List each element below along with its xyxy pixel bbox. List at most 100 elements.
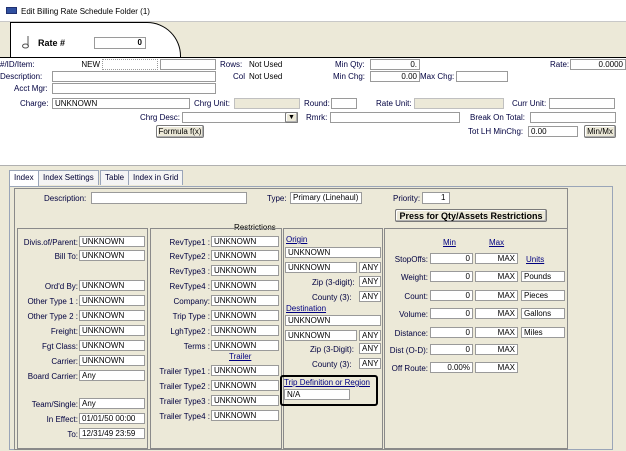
destination-field-2[interactable]: UNKNOWN: [285, 330, 357, 341]
trailer-type3-field[interactable]: UNKNOWN: [211, 395, 279, 406]
divis-of-parent-field[interactable]: UNKNOWN: [79, 236, 145, 247]
origin-county-label: County (3):: [312, 293, 352, 302]
origin-zip-field[interactable]: ANY: [359, 276, 381, 287]
fgt-class-field[interactable]: UNKNOWN: [79, 340, 145, 351]
rows-label: Rows:: [220, 60, 243, 69]
id-item-field-2[interactable]: [160, 59, 216, 70]
volume-unit-field[interactable]: Gallons: [521, 308, 565, 319]
break-on-total-field[interactable]: [530, 112, 616, 123]
board-carrier-field[interactable]: Any: [79, 370, 145, 381]
id-item-label: #/ID/Item:: [0, 60, 35, 69]
weight-unit-field[interactable]: Pounds: [521, 271, 565, 282]
formula-button[interactable]: Formula f(x): [156, 125, 204, 138]
chrg-unit-label: Chrg Unit:: [194, 99, 231, 108]
distance-min-field[interactable]: 0: [430, 327, 473, 338]
rate-field[interactable]: 0.0000: [570, 59, 626, 70]
ord-d-by-field[interactable]: UNKNOWN: [79, 280, 145, 291]
count-unit-field[interactable]: Pieces: [521, 290, 565, 301]
tab-index-in-grid[interactable]: Index in Grid: [128, 170, 184, 185]
trailer-type4-field[interactable]: UNKNOWN: [211, 410, 279, 421]
tab-index[interactable]: Index: [9, 170, 39, 186]
round-label: Round:: [304, 99, 330, 108]
col-field[interactable]: Not Used: [246, 71, 312, 82]
id-item-field[interactable]: [102, 59, 158, 70]
distance-max-field[interactable]: MAX: [475, 327, 518, 338]
terms-field[interactable]: UNKNOWN: [211, 340, 279, 351]
trailer-type1-field[interactable]: UNKNOWN: [211, 365, 279, 376]
origin-county-field[interactable]: ANY: [359, 291, 381, 302]
bill-to-label: Bill To:: [54, 252, 78, 261]
tot-lh-minchg-field[interactable]: 0.00: [528, 126, 578, 137]
count-max-field[interactable]: MAX: [475, 290, 518, 301]
stopoffs-min-field[interactable]: 0: [430, 253, 473, 264]
revtype3-field[interactable]: UNKNOWN: [211, 265, 279, 276]
carrier-field[interactable]: UNKNOWN: [79, 355, 145, 366]
bill-to-field[interactable]: UNKNOWN: [79, 250, 145, 261]
trip-type-field[interactable]: UNKNOWN: [211, 310, 279, 321]
round-field[interactable]: [331, 98, 357, 109]
description-field[interactable]: [52, 71, 216, 82]
other-type-1-field[interactable]: UNKNOWN: [79, 295, 145, 306]
dist-o-d-max-field[interactable]: MAX: [475, 344, 518, 355]
other-type-2-label: Other Type 2 :: [27, 312, 78, 321]
min-mx-button[interactable]: Min/Mx: [584, 125, 616, 138]
revtype2-field[interactable]: UNKNOWN: [211, 250, 279, 261]
min-qty-field[interactable]: 0.: [370, 59, 420, 70]
chevron-down-icon[interactable]: ▼: [285, 112, 298, 123]
rate-unit-label: Rate Unit:: [376, 99, 412, 108]
revtype4-field[interactable]: UNKNOWN: [211, 280, 279, 291]
stopoffs-max-field[interactable]: MAX: [475, 253, 518, 264]
off-route-max-field[interactable]: MAX: [475, 362, 518, 373]
volume-max-field[interactable]: MAX: [475, 308, 518, 319]
other-type-2-field[interactable]: UNKNOWN: [79, 310, 145, 321]
to-field[interactable]: 12/31/49 23:59: [79, 428, 145, 439]
freight-field[interactable]: UNKNOWN: [79, 325, 145, 336]
weight-label: Weight:: [401, 273, 428, 282]
qty-assets-restrictions-button[interactable]: Press for Qty/Assets Restrictions: [395, 209, 547, 222]
trailer-type2-field[interactable]: UNKNOWN: [211, 380, 279, 391]
rmrk-field[interactable]: [330, 112, 460, 123]
count-min-field[interactable]: 0: [430, 290, 473, 301]
chrg-desc-select[interactable]: [182, 112, 298, 123]
terms-label: Terms :: [183, 342, 210, 351]
index-description-field[interactable]: [91, 192, 247, 204]
max-chg-field[interactable]: [456, 71, 508, 82]
min-chg-field[interactable]: 0.00: [370, 71, 420, 82]
curr-unit-field[interactable]: [549, 98, 615, 109]
acct-mgr-field[interactable]: [52, 83, 216, 94]
carrier-label: Carrier:: [51, 357, 78, 366]
weight-min-field[interactable]: 0: [430, 271, 473, 282]
weight-max-field[interactable]: MAX: [475, 271, 518, 282]
rows-field[interactable]: Not Used: [246, 59, 312, 70]
trip-definition-field[interactable]: N/A: [284, 389, 350, 400]
ord-d-by-label: Ord'd By:: [44, 282, 78, 291]
type-label: Type:: [267, 194, 287, 203]
origin-any-field[interactable]: ANY: [359, 262, 381, 273]
destination-any-field[interactable]: ANY: [359, 330, 381, 341]
charge-field[interactable]: UNKNOWN: [52, 98, 190, 109]
lghtype2-field[interactable]: UNKNOWN: [211, 325, 279, 336]
origin-field-1[interactable]: UNKNOWN: [285, 247, 381, 258]
type-field[interactable]: Primary (Linehaul): [290, 192, 362, 204]
in-effect-field[interactable]: 01/01/50 00:00: [79, 413, 145, 424]
volume-min-field[interactable]: 0: [430, 308, 473, 319]
window-icon: [6, 7, 17, 14]
rate-number-input[interactable]: 0: [94, 37, 146, 49]
revtype1-field[interactable]: UNKNOWN: [211, 236, 279, 247]
destination-county-field[interactable]: ANY: [359, 358, 381, 369]
destination-zip-field[interactable]: ANY: [359, 343, 381, 354]
priority-field[interactable]: 1: [422, 192, 450, 204]
dist-o-d-min-field[interactable]: 0: [430, 344, 473, 355]
rate-unit-field: [414, 98, 504, 109]
tab-table[interactable]: Table: [100, 170, 130, 185]
distance-unit-field[interactable]: Miles: [521, 327, 565, 338]
acct-mgr-label: Acct Mgr:: [14, 84, 48, 93]
title-bar: Edit Billing Rate Schedule Folder (1): [0, 0, 626, 22]
off-route-min-field[interactable]: 0.00%: [430, 362, 473, 373]
origin-field-2[interactable]: UNKNOWN: [285, 262, 357, 273]
rmrk-label: Rmrk:: [306, 113, 328, 122]
tab-index-settings[interactable]: Index Settings: [38, 170, 99, 185]
company-field[interactable]: UNKNOWN: [211, 295, 279, 306]
destination-field-1[interactable]: UNKNOWN: [285, 315, 381, 326]
team-single-field[interactable]: Any: [79, 398, 145, 409]
